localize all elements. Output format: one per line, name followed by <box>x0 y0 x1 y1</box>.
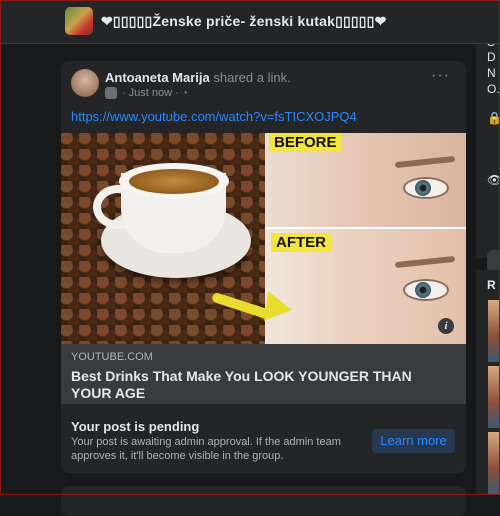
iris-shape <box>415 180 431 196</box>
eye-icon: 👁 <box>487 173 500 187</box>
group-header: ❤︎▯▯▯▯▯Ženske priče- ženski kutak▯▯▯▯▯❤︎ <box>0 0 500 44</box>
post-action-text: shared a link. <box>209 70 291 85</box>
right-text-line: O. <box>487 82 500 96</box>
group-mini-avatar <box>105 87 117 99</box>
eye-shape <box>403 177 449 199</box>
recent-media-label: R <box>487 278 496 292</box>
recent-media-card: R <box>476 270 500 495</box>
audience-icon[interactable]: ◔ <box>182 88 188 99</box>
more-options-icon[interactable]: ··· <box>431 67 450 85</box>
eyebrow-shape <box>394 255 456 269</box>
post-card: Antoaneta Marija shared a link. · Just n… <box>61 61 466 473</box>
group-title[interactable]: ❤︎▯▯▯▯▯Ženske priče- ženski kutak▯▯▯▯▯❤︎ <box>101 13 387 30</box>
link-preview-image[interactable]: BEFORE AFTER i <box>61 133 466 344</box>
post-link[interactable]: https://www.youtube.com/watch?v=fsTICXOJ… <box>71 109 357 124</box>
author-name[interactable]: Antoaneta Marija <box>105 70 210 85</box>
link-title: Best Drinks That Make You LOOK YOUNGER T… <box>71 368 412 401</box>
eyebrow-shape <box>394 155 456 169</box>
learn-more-button[interactable]: Learn more <box>372 429 455 453</box>
right-panel: S D N O. 🔒 👁 R <box>476 0 500 495</box>
eye-shape <box>403 279 449 301</box>
media-thumbnail[interactable] <box>488 300 500 362</box>
pending-description: Your post is awaiting admin approval. If… <box>71 436 341 462</box>
media-thumbnail[interactable] <box>488 432 500 494</box>
coffee-beans-image <box>61 133 265 344</box>
post-meta: · Just now · ◔ <box>105 87 188 99</box>
pending-title: Your post is pending <box>71 419 200 434</box>
media-thumbnail[interactable] <box>488 366 500 428</box>
lock-icon: 🔒 <box>487 111 500 125</box>
bullet-separator: · <box>122 87 126 99</box>
arrow-right-icon <box>264 291 294 325</box>
left-column <box>0 44 60 495</box>
author-avatar[interactable] <box>71 69 99 97</box>
after-label: AFTER <box>271 233 331 252</box>
link-domain: YOUTUBE.COM <box>71 351 153 363</box>
right-info-card: S D N O. 🔒 👁 <box>476 30 500 274</box>
iris-shape <box>415 282 431 298</box>
info-icon[interactable]: i <box>438 318 454 334</box>
link-preview-info[interactable]: YOUTUBE.COM Best Drinks That Make You LO… <box>61 344 466 404</box>
right-text-line: D <box>487 50 496 64</box>
bullet-separator: · <box>175 87 179 99</box>
before-label: BEFORE <box>269 133 342 152</box>
right-text-line: N <box>487 66 496 80</box>
next-post-card <box>61 486 466 516</box>
post-header-line: Antoaneta Marija shared a link. <box>105 70 291 85</box>
post-timestamp[interactable]: Just now <box>129 87 172 99</box>
group-cover-thumbnail[interactable] <box>65 7 93 35</box>
coffee-liquid-shape <box>129 169 219 194</box>
